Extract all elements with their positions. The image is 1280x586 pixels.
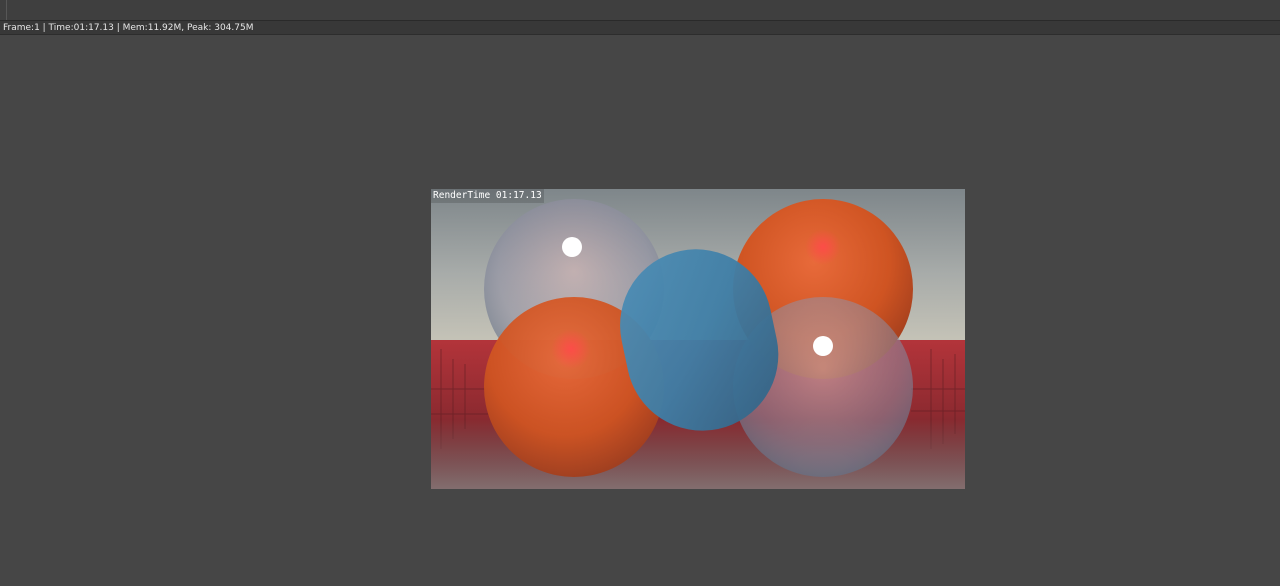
render-image-canvas xyxy=(431,189,965,489)
header-divider xyxy=(6,0,7,20)
render-result-image: RenderTime 01:17.13 xyxy=(431,189,965,489)
render-time-stamp: RenderTime 01:17.13 xyxy=(431,189,544,203)
render-status-bar: Frame:1 | Time:01:17.13 | Mem:11.92M, Pe… xyxy=(0,21,1280,35)
top-header-bar xyxy=(0,0,1280,21)
